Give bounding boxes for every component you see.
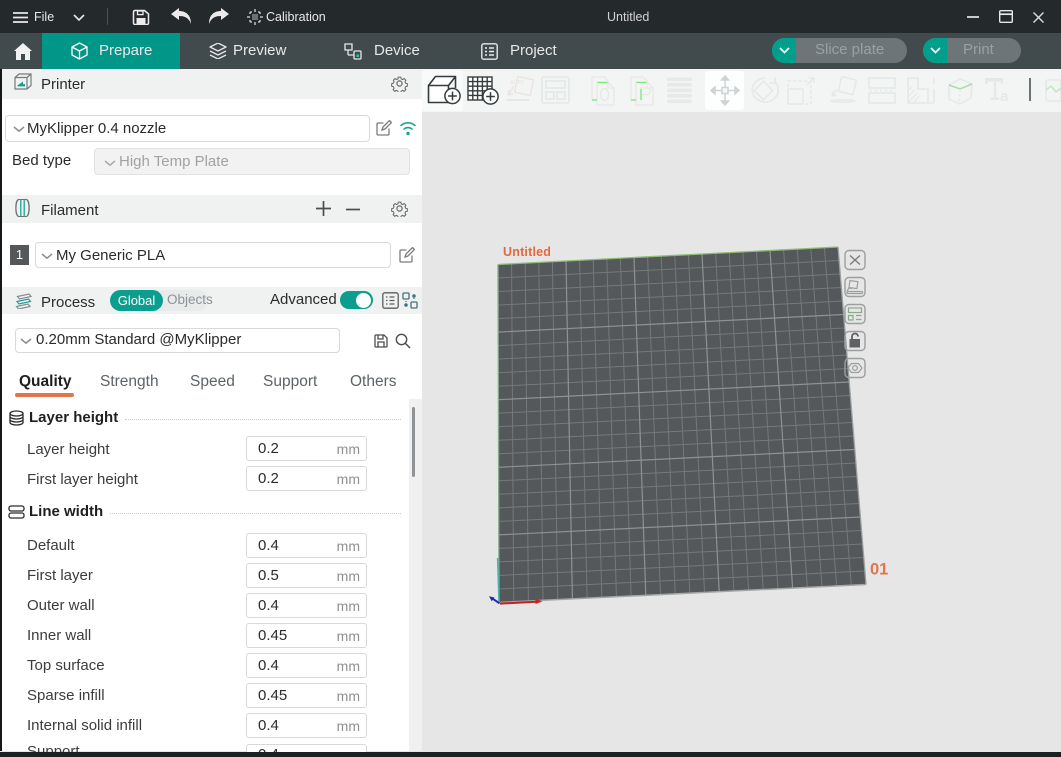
svg-text:01: 01 — [870, 561, 888, 579]
svg-text:AUTO: AUTO — [510, 80, 524, 86]
svg-text:a: a — [1000, 88, 1009, 105]
svg-text:Untitled: Untitled — [503, 245, 551, 259]
